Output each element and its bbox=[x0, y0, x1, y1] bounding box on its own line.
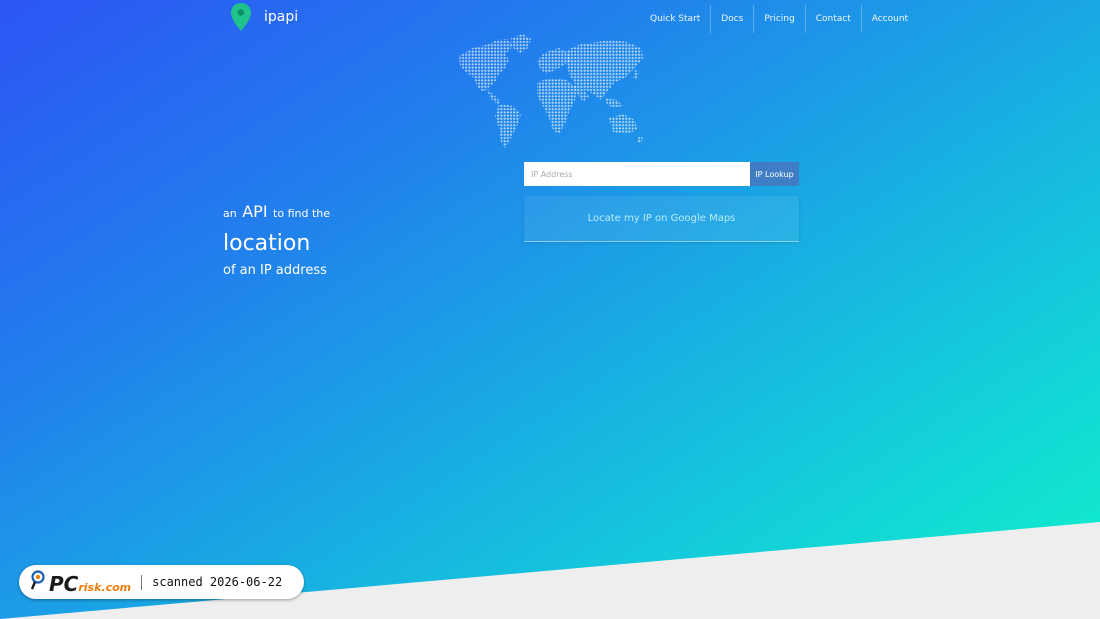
magnifier-icon bbox=[31, 569, 45, 589]
locate-my-ip-label: Locate my IP on Google Maps bbox=[587, 213, 736, 224]
nav-contact[interactable]: Contact bbox=[806, 5, 862, 33]
brand-logo[interactable]: ipapi bbox=[229, 2, 298, 32]
tagline-api: API bbox=[242, 202, 268, 221]
pcrisk-scan-stamp: PC risk.com scanned 2026-06-22 bbox=[19, 565, 304, 599]
pcrisk-logo-pc: PC bbox=[49, 571, 79, 596]
nav-quick-start[interactable]: Quick Start bbox=[640, 5, 712, 33]
tagline-line-3: of an IP address bbox=[223, 263, 327, 278]
nav-docs[interactable]: Docs bbox=[711, 5, 755, 33]
scan-date-text: scanned 2026-06-22 bbox=[152, 575, 283, 589]
pcrisk-logo: PC risk.com bbox=[31, 569, 131, 596]
world-map-icon bbox=[459, 34, 643, 148]
nav-pricing[interactable]: Pricing bbox=[754, 5, 806, 33]
brand-name: ipapi bbox=[264, 9, 299, 25]
ip-lookup-button[interactable]: IP Lookup bbox=[750, 162, 799, 186]
hero-tagline: an API to find the location of an IP add… bbox=[223, 199, 330, 281]
ip-address-input[interactable] bbox=[524, 162, 750, 186]
top-nav: Quick Start Docs Pricing Contact Account bbox=[640, 5, 918, 33]
tagline-suffix: to find the bbox=[273, 207, 331, 220]
tagline-line-1: an API to find the bbox=[223, 199, 330, 227]
locate-my-ip-button[interactable]: Locate my IP on Google Maps bbox=[524, 196, 799, 242]
ip-search-form: IP Lookup bbox=[524, 162, 799, 186]
tagline-line-2: location bbox=[223, 231, 311, 256]
map-pin-icon bbox=[231, 3, 251, 31]
tagline-prefix: an bbox=[223, 207, 237, 220]
pcrisk-logo-risk: risk.com bbox=[78, 580, 132, 594]
nav-account[interactable]: Account bbox=[862, 5, 918, 33]
stamp-divider bbox=[141, 574, 143, 590]
